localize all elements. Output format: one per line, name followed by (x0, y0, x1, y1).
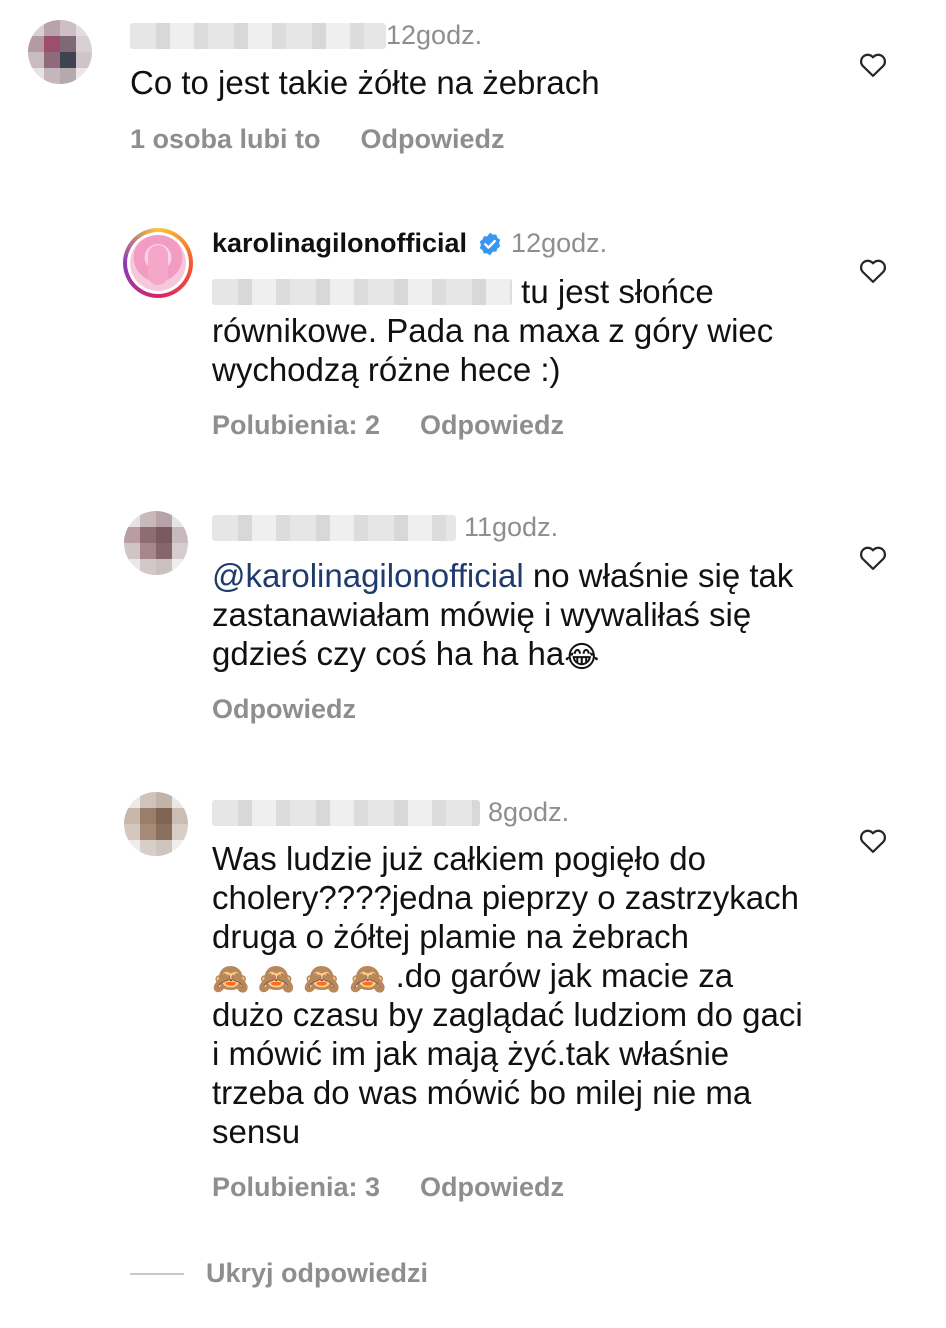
hide-replies-label[interactable]: Ukryj odpowiedzi (206, 1258, 428, 1289)
timestamp: 11godz. (464, 512, 559, 542)
hide-replies-toggle[interactable]: Ukryj odpowiedzi (130, 1258, 428, 1289)
username-blurred[interactable] (212, 514, 456, 541)
avatar[interactable] (123, 228, 193, 298)
comment-text-part1: Was ludzie już całkiem pogięło do choler… (212, 840, 799, 955)
heart-icon[interactable] (858, 256, 888, 284)
comment-text-line1: tu jest słońce (521, 273, 714, 310)
reply-button[interactable]: Odpowiedz (420, 1172, 564, 1203)
avatar[interactable] (124, 511, 188, 575)
likes-count[interactable]: Polubienia: 2 (212, 410, 380, 441)
heart-icon[interactable] (858, 826, 888, 854)
laughing-emoji-icon: 😂 (564, 641, 600, 674)
timestamp: 12godz. (386, 20, 483, 50)
heart-icon[interactable] (858, 543, 888, 571)
likes-count[interactable]: Polubienia: 3 (212, 1172, 380, 1203)
heart-icon[interactable] (858, 50, 888, 78)
comment-meta: Polubienia: 2 Odpowiedz (212, 410, 564, 441)
comment-meta: 1 osoba lubi to Odpowiedz (130, 124, 505, 155)
avatar[interactable] (28, 20, 92, 84)
reply-button[interactable]: Odpowiedz (361, 124, 505, 155)
avatar[interactable] (124, 792, 188, 856)
divider-line (130, 1272, 184, 1275)
timestamp: 12godz. (511, 228, 608, 258)
likes-count[interactable]: 1 osoba lubi to (130, 124, 321, 155)
comment-header: 11godz. (212, 512, 558, 543)
timestamp: 8godz. (488, 797, 570, 827)
see-no-evil-monkey-emoji-icon: 🙈 🙈 🙈 🙈 (212, 963, 387, 996)
comment-header: karolinagilonofficial 12godz. (212, 228, 607, 259)
username-blurred[interactable] (212, 799, 480, 826)
reply-button[interactable]: Odpowiedz (420, 410, 564, 441)
comment-header: 12godz. (130, 20, 482, 51)
comment-meta: Odpowiedz (212, 694, 356, 725)
comment-text: Was ludzie już całkiem pogięło do choler… (212, 839, 812, 1151)
comment-meta: Polubienia: 3 Odpowiedz (212, 1172, 564, 1203)
comment-text: @karolinagilonofficial no właśnie się ta… (212, 556, 822, 673)
comment-text-rest: równikowe. Pada na maxa z góry wiec wych… (212, 312, 774, 388)
username[interactable]: karolinagilonofficial (212, 228, 467, 259)
mention-blurred[interactable] (212, 279, 512, 305)
comment-text: Co to jest takie żółte na żebrach (130, 64, 600, 101)
verified-badge-icon (479, 232, 501, 255)
comment-text: tu jest słońce równikowe. Pada na maxa z… (212, 272, 832, 389)
username-blurred[interactable] (130, 22, 386, 49)
comment-header: 8godz. (212, 797, 569, 828)
mention-link[interactable]: @karolinagilonofficial (212, 557, 524, 594)
reply-button[interactable]: Odpowiedz (212, 694, 356, 725)
